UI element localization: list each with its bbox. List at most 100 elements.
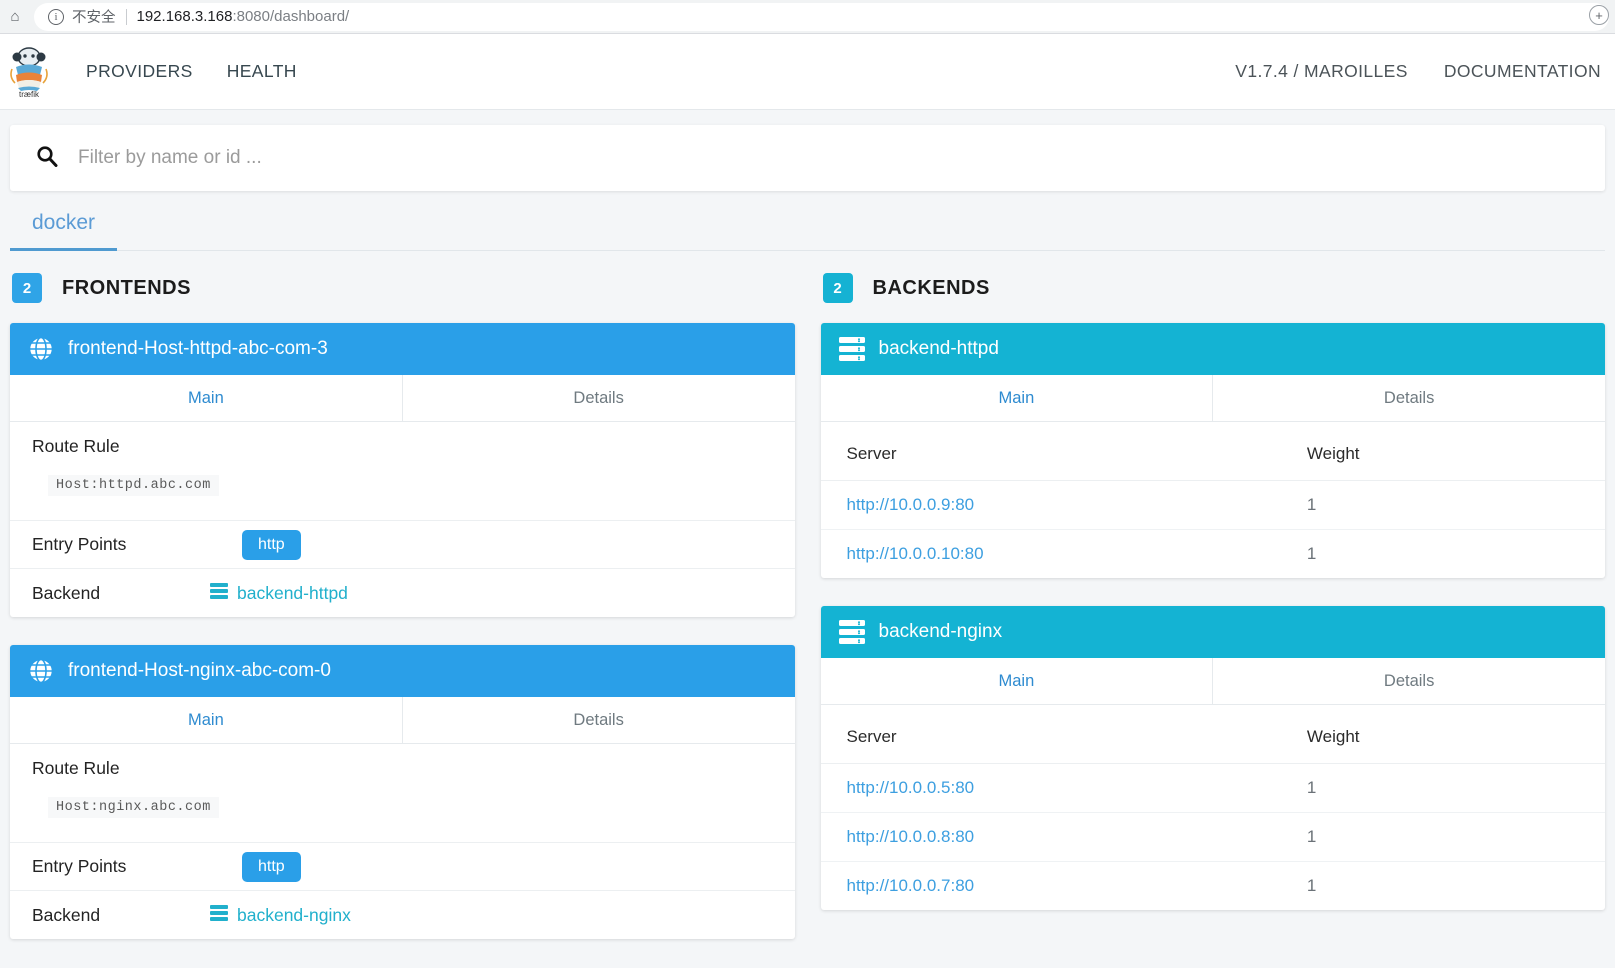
svg-text:træfik: træfik [19,90,40,99]
extension-circle-icon[interactable]: + [1589,5,1609,25]
server-icon [210,582,228,604]
nav-link-documentation[interactable]: DOCUMENTATION [1444,61,1601,82]
backend-link-label: backend-nginx [237,904,351,925]
backend-label: Backend [32,904,101,925]
route-rule-value: Host:nginx.abc.com [48,797,219,818]
backend-card-tabs: Main Details [820,375,1605,422]
frontends-column: 2 FRONTENDS frontend-Host-httpd-abc-com-… [10,273,795,967]
frontend-card-header: frontend-Host-httpd-abc-com-3 [10,323,795,375]
backend-card: backend-nginx Main Details Server Weight… [820,606,1606,911]
globe-icon [28,658,54,684]
server-weight: 1 [1306,544,1317,563]
backend-link-label: backend-httpd [237,582,348,603]
frontends-section-header: 2 FRONTENDS [10,273,795,303]
backend-label: Backend [32,582,101,603]
table-row: http://10.0.0.8:80 1 [820,812,1605,862]
server-link[interactable]: http://10.0.0.7:80 [847,876,975,895]
entry-points-label: Entry Points [32,534,127,554]
backend-card: backend-httpd Main Details Server Weight… [820,323,1606,579]
primary-nav: PROVIDERS HEALTH [86,61,297,82]
table-header-row: Server Weight [820,705,1605,764]
server-link[interactable]: http://10.0.0.9:80 [847,495,975,514]
server-weight: 1 [1306,480,1605,530]
column-header-weight: Weight [1306,422,1605,481]
secondary-nav: V1.7.4 / MAROILLES DOCUMENTATION [1235,61,1601,82]
provider-tab-docker[interactable]: docker [10,205,118,251]
table-row: http://10.0.0.5:80 1 [820,763,1605,813]
route-rule-block: Route Rule Host:httpd.abc.com [10,422,795,521]
table-row: http://10.0.0.7:80 1 [821,862,1606,911]
tab-main[interactable]: Main [820,658,1213,704]
filter-bar [10,125,1605,191]
frontend-card-header: frontend-Host-nginx-abc-com-0 [10,645,795,697]
frontends-section-title: FRONTENDS [62,276,191,299]
server-link[interactable]: http://10.0.0.8:80 [847,827,975,846]
table-row: http://10.0.0.10:80 1 [821,530,1606,579]
tab-main[interactable]: Main [820,375,1213,421]
server-weight: 1 [1306,812,1605,862]
backend-card-title: backend-nginx [878,621,1003,642]
backends-column: 2 BACKENDS backend-httpd Main Details Se… [820,273,1606,967]
address-bar[interactable]: i 不安全 192.168.3.168 :8080/dashboard/ [34,2,1609,31]
server-link[interactable]: http://10.0.0.5:80 [847,778,975,797]
backend-card-title: backend-httpd [878,338,999,359]
url-path: :8080/dashboard/ [232,8,350,25]
app-navbar: træfik PROVIDERS HEALTH V1.7.4 / MAROILL… [0,34,1615,110]
backend-servers-table: Server Weight http://10.0.0.5:80 1 http:… [820,705,1606,911]
table-row: http://10.0.0.9:80 1 [820,480,1605,530]
frontend-card-title: frontend-Host-nginx-abc-com-0 [68,660,331,681]
backend-card-tabs: Main Details [820,658,1605,705]
route-rule-block: Route Rule Host:nginx.abc.com [10,744,795,843]
entry-points-label: Entry Points [32,856,127,876]
entry-points-row: Entry Points http [10,521,795,569]
backend-servers-table: Server Weight http://10.0.0.9:80 1 http:… [820,422,1606,579]
nav-version-label: V1.7.4 / MAROILLES [1235,61,1408,81]
globe-icon [28,336,54,362]
dashboard-columns: 2 FRONTENDS frontend-Host-httpd-abc-com-… [0,273,1615,967]
info-circle-icon[interactable]: i [48,8,64,25]
browser-toolbar: ⌂ i 不安全 192.168.3.168 :8080/dashboard/ + [0,0,1615,34]
nav-link-providers[interactable]: PROVIDERS [86,61,193,82]
server-icon [838,337,865,361]
url-host: 192.168.3.168 [136,8,233,25]
route-rule-value: Host:httpd.abc.com [48,475,219,496]
tab-main[interactable]: Main [10,697,402,743]
entry-point-chip[interactable]: http [242,851,301,882]
entry-point-chip[interactable]: http [242,529,301,560]
nav-link-health[interactable]: HEALTH [227,61,297,82]
route-rule-label: Route Rule [32,758,120,778]
frontend-card: frontend-Host-httpd-abc-com-3 Main Detai… [10,323,795,617]
tab-details[interactable]: Details [1212,658,1605,704]
column-header-server: Server [820,422,1307,481]
tab-main[interactable]: Main [10,375,402,421]
backend-card-header: backend-httpd [820,323,1605,375]
backend-link[interactable]: backend-httpd [210,582,348,604]
frontends-count-badge: 2 [12,273,42,303]
backend-card-header: backend-nginx [820,606,1605,658]
server-icon [838,620,865,644]
provider-tabs: docker [10,205,1605,251]
server-icon [210,904,228,926]
tab-details[interactable]: Details [401,375,795,421]
backend-link[interactable]: backend-nginx [210,904,351,926]
backends-section-title: BACKENDS [872,276,990,299]
tab-details[interactable]: Details [401,697,795,743]
traefik-logo[interactable]: træfik [8,45,50,99]
server-link[interactable]: http://10.0.0.10:80 [847,544,984,563]
url-divider [125,8,127,25]
search-input[interactable] [78,147,1579,169]
security-status-label: 不安全 [72,10,116,26]
tab-details[interactable]: Details [1212,375,1605,421]
backends-section-header: 2 BACKENDS [821,273,1606,303]
frontend-card: frontend-Host-nginx-abc-com-0 Main Detai… [10,645,795,939]
entry-points-row: Entry Points http [10,843,795,891]
frontend-card-title: frontend-Host-httpd-abc-com-3 [68,338,328,359]
backends-count-badge: 2 [822,273,853,303]
server-weight: 1 [1306,763,1605,813]
server-weight: 1 [1306,876,1317,895]
frontend-card-tabs: Main Details [10,375,795,422]
home-icon[interactable]: ⌂ [2,4,28,30]
route-rule-label: Route Rule [32,436,120,456]
backend-row: Backend backend-httpd [10,569,795,617]
column-header-server: Server [820,705,1307,764]
